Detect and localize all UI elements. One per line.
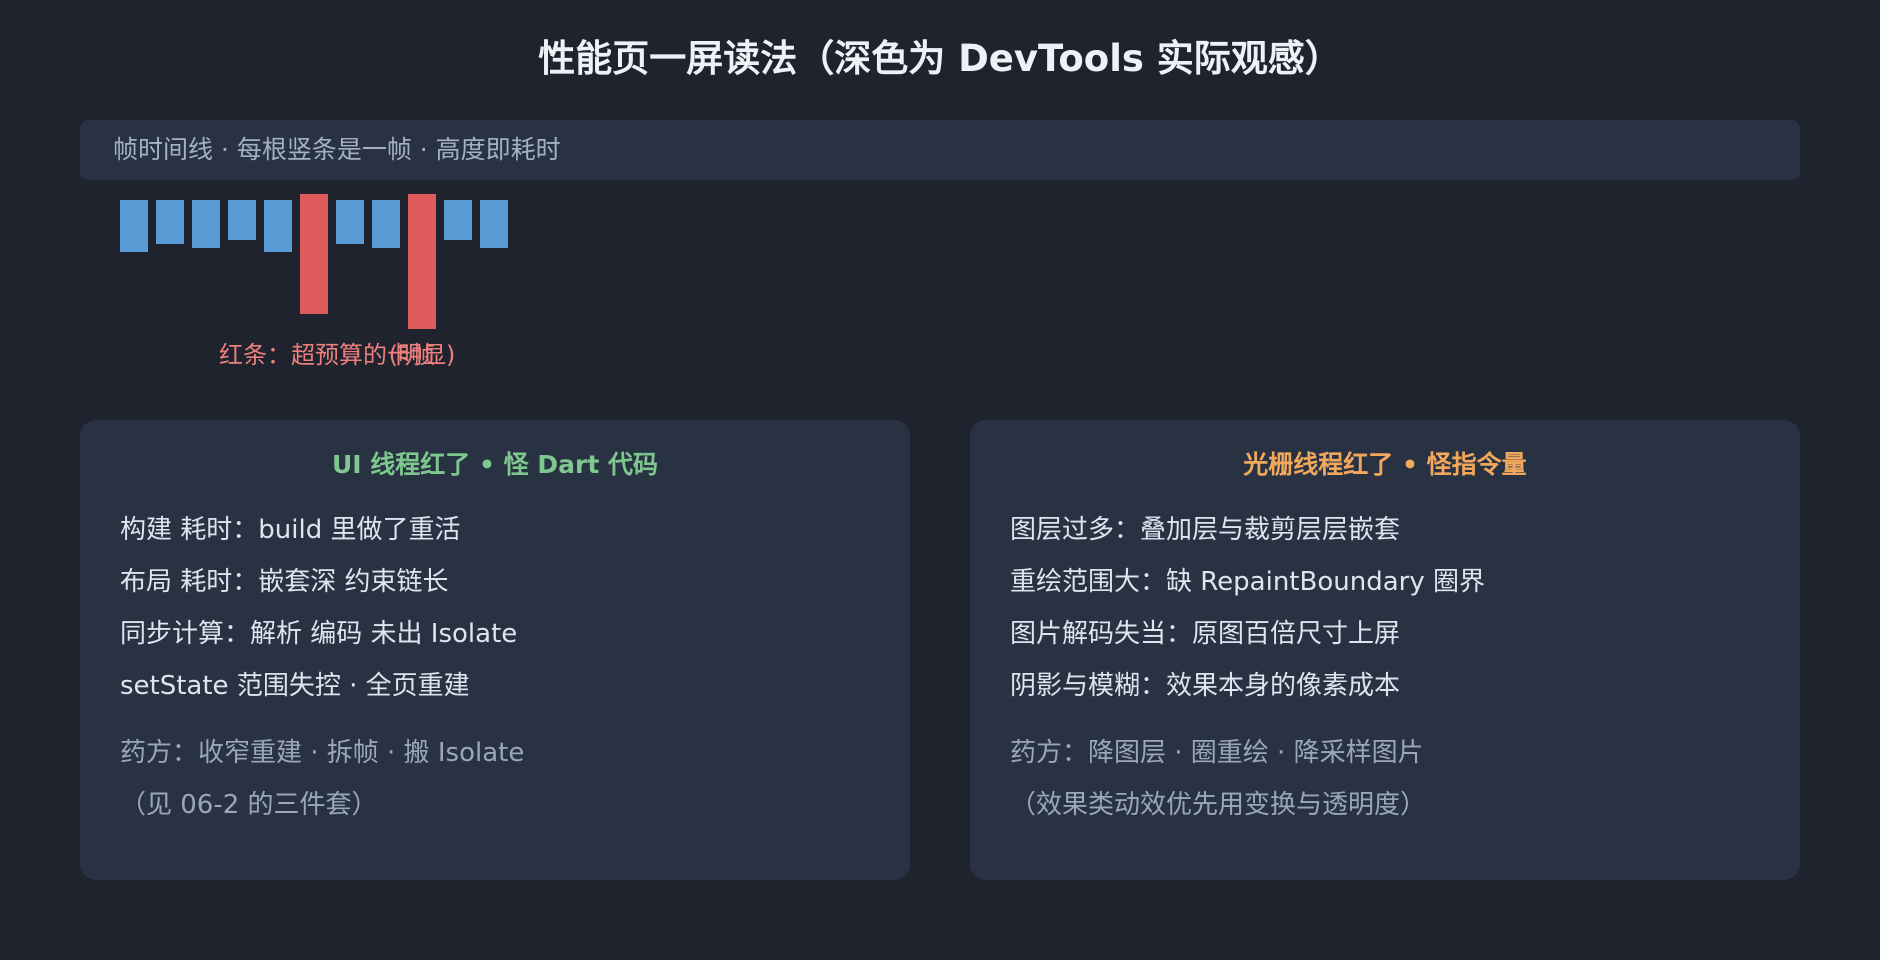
ui-thread-cause: setState 范围失控 · 全页重建 [120, 671, 470, 701]
frame-annotation-label: (明显) [389, 341, 456, 369]
ui-thread-cause: 构建 耗时：build 里做了重活 [120, 515, 461, 545]
ui-thread-remedy-note: （见 06-2 的三件套） [120, 790, 378, 820]
raster-thread-cause: 图片解码失当：原图百倍尺寸上屏 [1010, 619, 1401, 649]
raster-thread-panel: 光栅线程红了 • 怪指令量 图层过多：叠加层与裁剪层层嵌套 重绘范围大：缺 Re… [970, 420, 1800, 880]
jank-frame-bar [408, 194, 436, 329]
frame-bar [444, 200, 472, 240]
frame-bar [372, 200, 400, 248]
raster-thread-panel-title: 光栅线程红了 • 怪指令量 [1243, 450, 1527, 479]
frame-bar [228, 200, 256, 240]
raster-thread-remedy: 药方：降图层 · 圈重绘 · 降采样图片 [1010, 738, 1424, 768]
ui-thread-cause: 布局 耗时：嵌套深 约束链长 [120, 567, 449, 597]
jank-frame-bar [300, 194, 328, 314]
raster-thread-cause: 图层过多：叠加层与裁剪层层嵌套 [1010, 515, 1401, 545]
ui-thread-panel: UI 线程红了 • 怪 Dart 代码 构建 耗时：build 里做了重活 布局… [80, 420, 910, 880]
raster-thread-cause: 阴影与模糊：效果本身的像素成本 [1010, 671, 1401, 701]
frame-bar [120, 200, 148, 252]
ui-thread-cause: 同步计算：解析 编码 未出 Isolate [120, 619, 518, 649]
frame-bar [336, 200, 364, 244]
raster-thread-cause: 重绘范围大：缺 RepaintBoundary 圈界 [1010, 567, 1485, 597]
ui-thread-panel-title: UI 线程红了 • 怪 Dart 代码 [331, 450, 658, 479]
frame-bar [156, 200, 184, 244]
raster-thread-remedy-note: （效果类动效优先用变换与透明度） [1010, 790, 1427, 820]
frame-bar [264, 200, 292, 252]
frame-timeline-chart: 红条：超预算的卡帧(明显) [120, 194, 508, 369]
frame-bar [480, 200, 508, 248]
ui-thread-remedy: 药方：收窄重建 · 拆帧 · 搬 Isolate [120, 738, 525, 768]
frame-bar [192, 200, 220, 248]
